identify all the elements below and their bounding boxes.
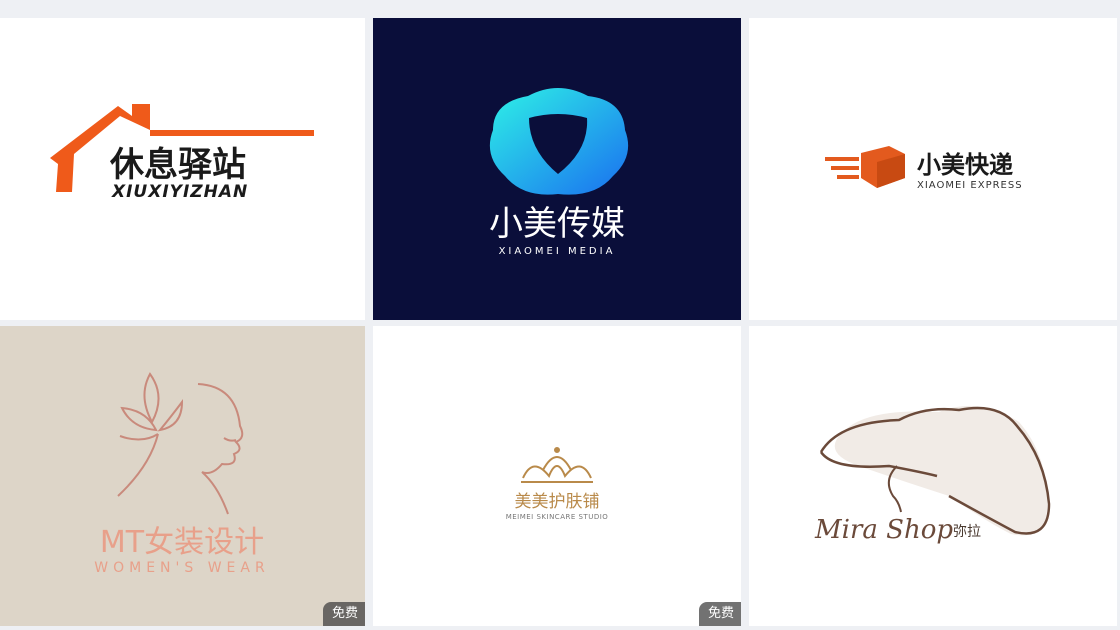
crown-icon <box>521 447 593 483</box>
logo-title: 小美快递 <box>917 151 1013 179</box>
flower-face-icon <box>117 372 244 515</box>
logo-title: 休息驿站 <box>109 145 246 185</box>
logo-title: 小美传媒 <box>489 204 625 244</box>
logo-template-grid: 休息驿站 XIUXIYIZHAN 小美传媒 XIAOMEI MEDIA 小美快递… <box>0 0 1120 630</box>
logo-subtitle: XIAOMEI EXPRESS <box>917 180 1023 191</box>
shield-ribbon-icon <box>489 88 629 195</box>
logo-card-meimei-skincare[interactable]: 美美护肤铺 MEIMEI SKINCARE STUDIO 免费 <box>373 326 741 626</box>
logo-subtitle: MEIMEI SKINCARE STUDIO <box>506 513 609 521</box>
logo-card-xiaomei-express[interactable]: 小美快递 XIAOMEI EXPRESS <box>749 18 1117 320</box>
logo-title: 美美护肤铺 <box>515 492 600 512</box>
logo-xiaomei-express: 小美快递 XIAOMEI EXPRESS <box>825 146 1023 191</box>
logo-mira-shop: Mira Shop 弥拉 <box>814 405 1051 545</box>
logo-card-mira-shop[interactable]: Mira Shop 弥拉 <box>749 326 1117 626</box>
logo-mt-womens-wear: MT女装设计 WOMEN'S WEAR <box>94 372 269 576</box>
logo-card-mt-womens-wear[interactable]: MT女装设计 WOMEN'S WEAR 免费 <box>0 326 365 626</box>
logo-meimei-skincare: 美美护肤铺 MEIMEI SKINCARE STUDIO <box>506 447 609 521</box>
logo-xiuxiyizhan: 休息驿站 XIUXIYIZHAN <box>50 104 314 202</box>
logo-subtitle: XIAOMEI MEDIA <box>499 246 616 257</box>
free-badge: 免费 <box>322 602 365 626</box>
logo-title: Mira Shop <box>814 515 953 545</box>
logo-card-xiaomei-media[interactable]: 小美传媒 XIAOMEI MEDIA <box>373 18 741 320</box>
free-badge: 免费 <box>698 602 741 626</box>
logo-subtitle: WOMEN'S WEAR <box>94 560 269 576</box>
logo-subtitle: 弥拉 <box>953 523 981 540</box>
logo-card-xiuxiyizhan[interactable]: 休息驿站 XIUXIYIZHAN <box>0 18 365 320</box>
logo-xiaomei-media: 小美传媒 XIAOMEI MEDIA <box>489 88 629 257</box>
flying-box-icon <box>825 146 905 188</box>
logo-title: MT女装设计 <box>100 525 264 560</box>
logo-subtitle: XIUXIYIZHAN <box>111 182 248 202</box>
